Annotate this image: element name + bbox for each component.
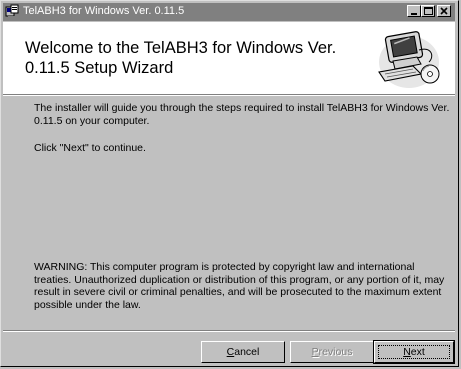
setup-app-icon[interactable]: [5, 4, 19, 18]
cancel-label: ancel: [234, 346, 260, 358]
computer-wizard-icon: [378, 31, 440, 88]
installer-window: TelABH3 for Windows Ver. 0.11.5 Welcome …: [0, 0, 459, 367]
close-button[interactable]: [437, 5, 451, 17]
next-button[interactable]: Next: [373, 340, 455, 364]
previous-accel: P: [311, 346, 319, 358]
footer-divider: [3, 330, 455, 332]
wizard-title: Welcome to the TelABH3 for Windows Ver. …: [25, 39, 337, 77]
header-divider: [3, 94, 455, 96]
focus-rectangle: [378, 345, 450, 359]
previous-label: revious: [318, 346, 353, 358]
close-icon: [440, 7, 448, 15]
title-bar[interactable]: TelABH3 for Windows Ver. 0.11.5: [3, 3, 455, 21]
wizard-header: Welcome to the TelABH3 for Windows Ver. …: [3, 22, 455, 94]
cancel-button[interactable]: Cancel: [201, 341, 285, 363]
intro-text: The installer will guide you through the…: [34, 102, 450, 127]
maximize-icon: [424, 7, 433, 15]
minimize-button[interactable]: [407, 5, 421, 17]
previous-button[interactable]: Previous: [290, 341, 374, 363]
window-title: TelABH3 for Windows Ver. 0.11.5: [23, 5, 185, 17]
maximize-button[interactable]: [421, 5, 435, 17]
minimize-icon: [411, 13, 417, 15]
instruction-text: Click "Next" to continue.: [34, 142, 146, 154]
warning-text: WARNING: This computer program is protec…: [34, 261, 445, 311]
